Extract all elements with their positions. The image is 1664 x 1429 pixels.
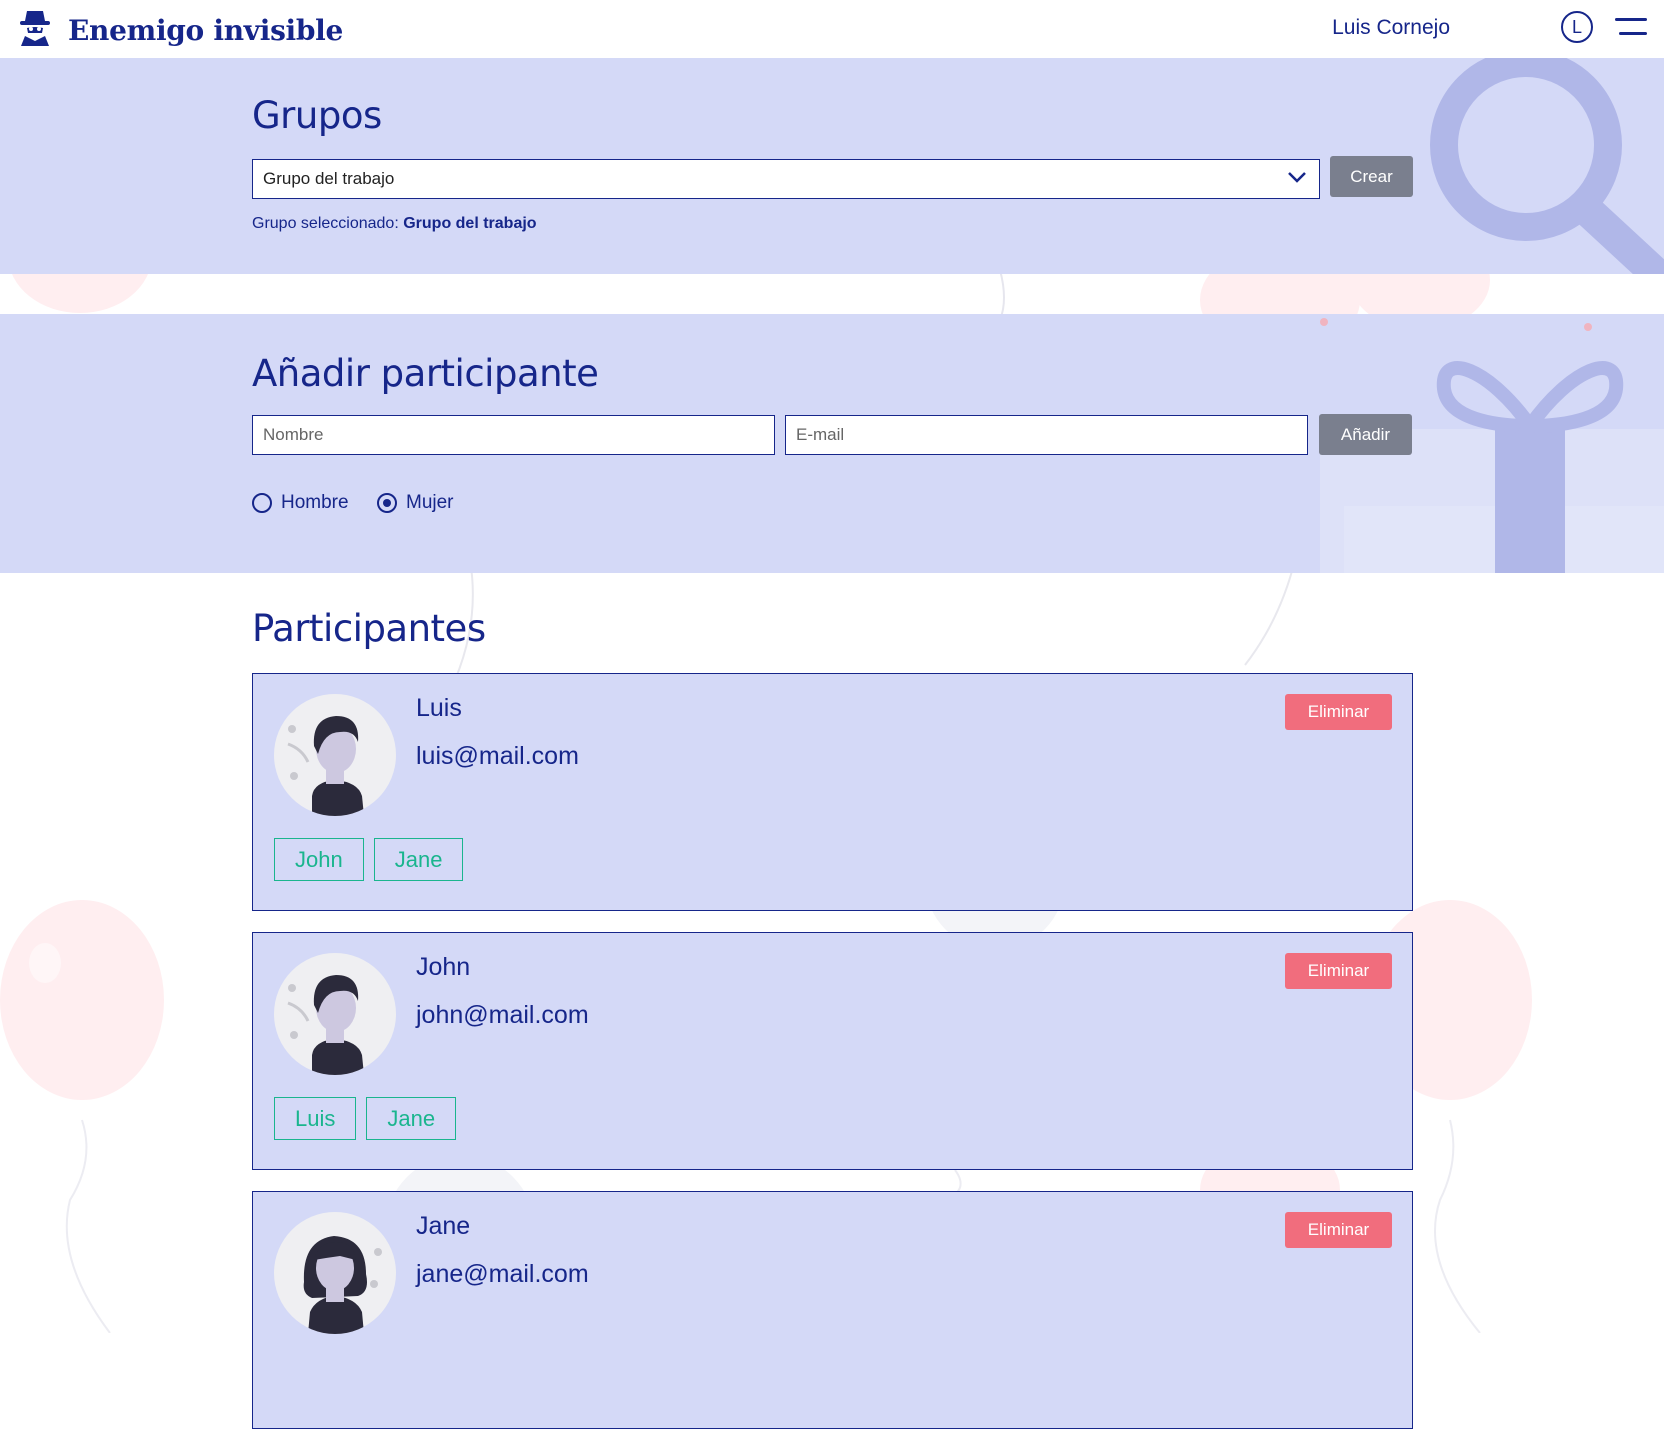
radio-male[interactable] <box>252 493 272 513</box>
delete-participant-button[interactable]: Eliminar <box>1285 953 1392 989</box>
participant-name: John <box>416 953 471 981</box>
magnifier-illustration-icon <box>1430 58 1664 274</box>
participant-name: Jane <box>416 1212 471 1240</box>
radio-male-label: Hombre <box>281 492 349 513</box>
group-select[interactable]: Grupo del trabajo <box>252 159 1320 199</box>
groups-title: Grupos <box>252 94 382 137</box>
exclusion-tags: Luis Jane <box>274 1097 457 1140</box>
groups-section: Grupos Grupo del trabajo Crear Grupo sel… <box>0 58 1664 274</box>
male-avatar-icon <box>274 694 396 816</box>
brand-name[interactable]: Enemigo invisible <box>68 14 343 47</box>
user-avatar[interactable]: L <box>1561 11 1593 43</box>
selected-group-prefix: Grupo seleccionado: <box>252 215 399 232</box>
gender-option-female[interactable]: Mujer <box>377 492 454 514</box>
create-group-button[interactable]: Crear <box>1330 156 1413 197</box>
male-avatar-icon <box>274 953 396 1075</box>
radio-female-label: Mujer <box>406 492 454 513</box>
group-select-value: Grupo del trabajo <box>263 169 395 188</box>
exclusion-tags: John Jane <box>274 838 464 881</box>
user-name[interactable]: Luis Cornejo <box>1332 16 1450 40</box>
delete-participant-button[interactable]: Eliminar <box>1285 694 1392 730</box>
participant-card: Luis luis@mail.com Eliminar John Jane <box>252 673 1413 911</box>
exclusion-tag[interactable]: Jane <box>373 838 464 881</box>
chevron-down-icon <box>1288 172 1306 183</box>
hamburger-menu-icon[interactable] <box>1615 16 1647 38</box>
add-participant-title: Añadir participante <box>252 352 599 395</box>
selected-group-line: Grupo seleccionado: Grupo del trabajo <box>252 215 537 233</box>
participant-email: jane@mail.com <box>416 1260 589 1288</box>
delete-participant-button[interactable]: Eliminar <box>1285 1212 1392 1248</box>
top-bar: Enemigo invisible Luis Cornejo L <box>0 0 1664 58</box>
participant-name: Luis <box>416 694 462 722</box>
gender-option-male[interactable]: Hombre <box>252 492 349 514</box>
female-avatar-icon <box>274 1212 396 1334</box>
participants-title: Participantes <box>252 607 486 650</box>
participant-email: luis@mail.com <box>416 742 579 770</box>
participant-email: john@mail.com <box>416 1001 589 1029</box>
participant-card: Jane jane@mail.com Eliminar <box>252 1191 1413 1429</box>
spy-logo-icon[interactable] <box>18 8 52 46</box>
add-participant-section: Añadir participante Nombre E-mail Añadir… <box>0 314 1664 573</box>
exclusion-tag[interactable]: Jane <box>366 1097 457 1140</box>
name-input[interactable]: Nombre <box>252 415 775 455</box>
exclusion-tag[interactable]: John <box>274 838 364 881</box>
exclusion-tag[interactable]: Luis <box>274 1097 357 1140</box>
selected-group-name: Grupo del trabajo <box>403 215 537 232</box>
radio-female[interactable] <box>377 493 397 513</box>
participant-card: John john@mail.com Eliminar Luis Jane <box>252 932 1413 1170</box>
add-participant-button[interactable]: Añadir <box>1319 414 1412 455</box>
email-input[interactable]: E-mail <box>785 415 1308 455</box>
